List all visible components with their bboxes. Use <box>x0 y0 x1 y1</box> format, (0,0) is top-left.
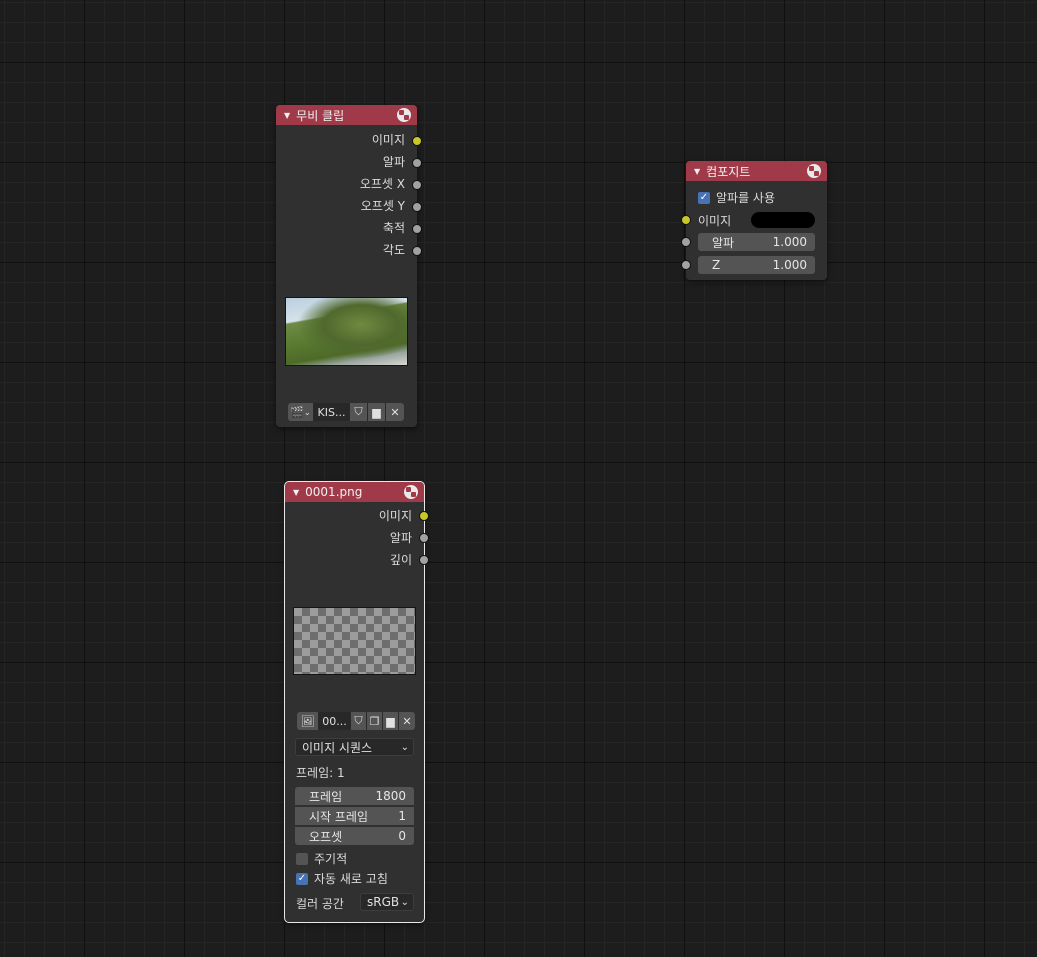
clip-name-field[interactable]: KIS... <box>314 403 350 421</box>
duplicate-icon[interactable]: ❐ <box>367 712 383 730</box>
open-folder-icon[interactable]: ▆ <box>368 403 386 421</box>
output-offset-y: 오프셋 Y <box>360 199 405 213</box>
node-preview-icon[interactable] <box>397 108 411 122</box>
use-alpha-label: 알파를 사용 <box>716 191 776 205</box>
collapse-triangle-icon[interactable]: ▼ <box>694 167 700 176</box>
clapperboard-icon: 🎬 <box>290 405 304 419</box>
colorspace-dropdown[interactable]: sRGB ⌄ <box>360 893 414 911</box>
socket-alpha-in[interactable] <box>681 237 691 247</box>
source-type-dropdown[interactable]: 이미지 시퀀스 ⌄ <box>295 738 414 756</box>
output-alpha: 알파 <box>382 155 405 169</box>
node-title: 무비 클립 <box>296 108 345 123</box>
output-offset-x: 오프셋 X <box>359 177 405 191</box>
clip-browse-button[interactable]: 🎬 ⌄ <box>288 403 314 421</box>
frame-info-text: 프레임: 1 <box>296 766 345 780</box>
auto-refresh-checkbox[interactable]: ✓ <box>296 872 308 885</box>
auto-refresh-label: 자동 새로 고침 <box>314 872 388 886</box>
movie-clip-header[interactable]: ▼ 무비 클립 <box>276 105 417 125</box>
image-node-header[interactable]: ▼ 0001.png <box>285 482 424 502</box>
node-title: 0001.png <box>305 485 363 499</box>
start-frame-label: 시작 프레임 <box>309 809 369 824</box>
socket-offset-y[interactable] <box>412 202 422 212</box>
clip-toolbar: 🎬 ⌄ KIS... ⛉ ▆ ✕ <box>288 403 404 421</box>
chevron-down-icon: ⌄ <box>304 407 311 417</box>
output-alpha: 알파 <box>389 531 412 545</box>
socket-image[interactable] <box>419 511 429 521</box>
socket-image[interactable] <box>412 136 422 146</box>
use-alpha-checkbox[interactable]: ✓ <box>698 191 710 204</box>
movie-clip-node[interactable]: ▼ 무비 클립 이미지 알파 오프셋 X 오프셋 Y 축적 각도 🎬 ⌄ KIS.… <box>276 105 422 427</box>
fake-user-shield-icon[interactable]: ⛉ <box>350 403 368 421</box>
offset-value: 0 <box>398 829 406 843</box>
source-type-value: 이미지 시퀀스 <box>302 740 373 755</box>
clip-preview-image <box>285 297 408 366</box>
cyclic-checkbox[interactable] <box>296 852 308 865</box>
frames-field[interactable]: 프레임 1800 <box>295 787 414 805</box>
socket-alpha[interactable] <box>412 158 422 168</box>
alpha-value: 1.000 <box>772 235 807 249</box>
open-folder-icon[interactable]: ▆ <box>383 712 399 730</box>
composite-node[interactable]: ▼ 컴포지트 ✓ 알파를 사용 이미지 알파 1.000 Z 1.000 <box>681 161 827 280</box>
socket-offset-x[interactable] <box>412 180 422 190</box>
image-node[interactable]: ▼ 0001.png 이미지 알파 깊이 🖼 00... ⛉ ❐ ▆ ✕ 이미지… <box>284 481 429 923</box>
colorspace-label: 컬러 공간 <box>296 897 344 911</box>
alpha-label: 알파 <box>712 235 735 250</box>
start-frame-field[interactable]: 시작 프레임 1 <box>295 807 414 825</box>
collapse-triangle-icon[interactable]: ▼ <box>293 488 299 497</box>
image-preview-transparent <box>293 607 416 675</box>
output-scale: 축적 <box>382 221 405 235</box>
auto-refresh-checkbox-row[interactable]: ✓ 자동 새로 고침 <box>296 870 388 887</box>
socket-image-in[interactable] <box>681 215 691 225</box>
output-angle: 각도 <box>382 243 405 257</box>
image-input-label: 이미지 <box>698 214 732 228</box>
close-icon[interactable]: ✕ <box>399 712 415 730</box>
cyclic-label: 주기적 <box>314 852 348 866</box>
output-image: 이미지 <box>371 133 405 147</box>
chevron-down-icon: ⌄ <box>400 896 409 908</box>
image-browse-button[interactable]: 🖼 <box>297 712 319 730</box>
alpha-field[interactable]: 알파 1.000 <box>698 233 815 251</box>
composite-header[interactable]: ▼ 컴포지트 <box>686 161 827 181</box>
z-label: Z <box>712 258 721 272</box>
chevron-down-icon: ⌄ <box>400 741 409 753</box>
z-field[interactable]: Z 1.000 <box>698 256 815 274</box>
start-frame-value: 1 <box>398 809 406 823</box>
close-icon[interactable]: ✕ <box>386 403 404 421</box>
socket-scale[interactable] <box>412 224 422 234</box>
frames-value: 1800 <box>375 789 406 803</box>
offset-field[interactable]: 오프셋 0 <box>295 827 414 845</box>
node-preview-icon[interactable] <box>807 164 821 178</box>
socket-depth[interactable] <box>419 555 429 565</box>
node-title: 컴포지트 <box>706 164 751 179</box>
cyclic-checkbox-row[interactable]: 주기적 <box>296 850 347 867</box>
use-alpha-checkbox-row[interactable]: ✓ 알파를 사용 <box>698 189 775 206</box>
socket-alpha[interactable] <box>419 533 429 543</box>
colorspace-value: sRGB <box>367 895 400 909</box>
node-preview-icon[interactable] <box>404 485 418 499</box>
frames-label: 프레임 <box>309 789 343 804</box>
collapse-triangle-icon[interactable]: ▼ <box>284 111 290 120</box>
image-name-field[interactable]: 00... <box>319 712 351 730</box>
offset-label: 오프셋 <box>309 829 343 844</box>
socket-angle[interactable] <box>412 246 422 256</box>
output-image: 이미지 <box>378 509 412 523</box>
z-value: 1.000 <box>772 258 807 272</box>
image-icon: 🖼 <box>300 714 315 728</box>
output-depth: 깊이 <box>389 553 412 567</box>
socket-z-in[interactable] <box>681 260 691 270</box>
image-color-swatch[interactable] <box>751 212 815 228</box>
image-toolbar: 🖼 00... ⛉ ❐ ▆ ✕ <box>297 712 415 730</box>
fake-user-shield-icon[interactable]: ⛉ <box>351 712 367 730</box>
